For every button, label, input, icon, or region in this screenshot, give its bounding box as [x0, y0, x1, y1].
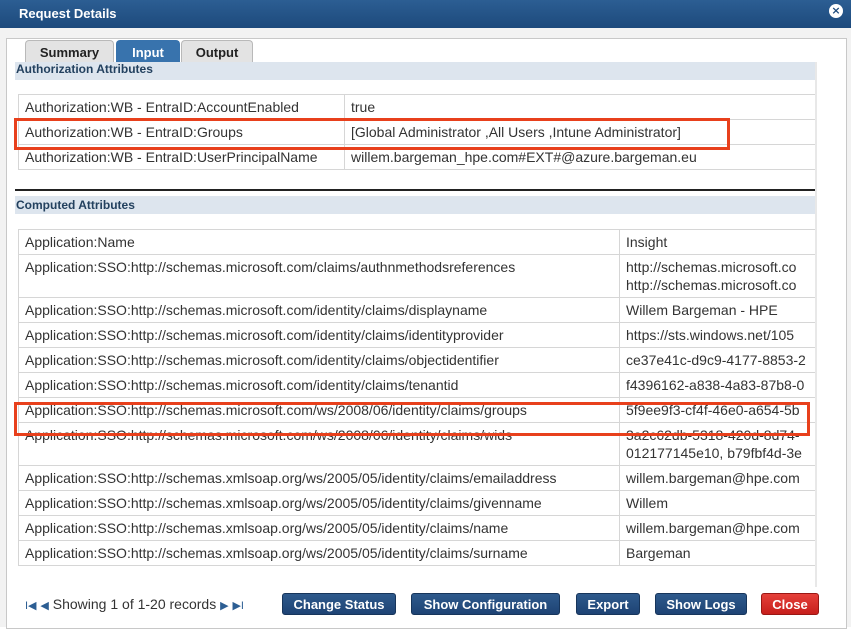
- table-row: Authorization:WB - EntraID:Groups [Globa…: [18, 119, 815, 145]
- authorization-table-viewport: Authorization:WB - EntraID:AccountEnable…: [18, 94, 815, 176]
- attribute-name: Authorization:WB - EntraID:AccountEnable…: [18, 94, 345, 120]
- attribute-name: Application:SSO:http://schemas.microsoft…: [18, 397, 620, 423]
- table-row: Authorization:WB - EntraID:UserPrincipal…: [18, 144, 815, 170]
- attribute-value: https://sts.windows.net/105: [619, 322, 815, 348]
- attribute-name: Application:SSO:http://schemas.microsoft…: [18, 347, 620, 373]
- attribute-value: [Global Administrator ,All Users ,Intune…: [344, 119, 815, 145]
- attribute-name: Application:SSO:http://schemas.microsoft…: [18, 297, 620, 323]
- attribute-value: willem.bargeman@hpe.com: [619, 515, 815, 541]
- attribute-value-line: http://schemas.microsoft.co: [626, 277, 797, 293]
- close-button[interactable]: Close: [761, 593, 819, 615]
- pager-status: Showing 1 of 1-20 records: [52, 596, 217, 612]
- table-row: Authorization:WB - EntraID:AccountEnable…: [18, 94, 815, 120]
- first-page-icon[interactable]: I◀: [25, 600, 37, 612]
- attribute-value: Willem Bargeman - HPE: [619, 297, 815, 323]
- attribute-value-line: http://schemas.microsoft.co: [626, 259, 797, 275]
- attribute-value: f4396162-a838-4a83-87b8-0: [619, 372, 815, 398]
- attribute-name: Authorization:WB - EntraID:UserPrincipal…: [18, 144, 345, 170]
- attribute-name: Authorization:WB - EntraID:Groups: [18, 119, 345, 145]
- close-icon[interactable]: ×: [829, 4, 843, 18]
- table-row: Application:SSO:http://schemas.microsoft…: [18, 322, 815, 348]
- computed-table: Application:Name Insight Application:SSO…: [18, 229, 815, 566]
- show-configuration-button[interactable]: Show Configuration: [411, 593, 560, 615]
- dialog-title: Request Details: [19, 6, 117, 21]
- dialog-title-bar: Request Details ×: [0, 0, 851, 28]
- table-row: Application:SSO:http://schemas.microsoft…: [18, 422, 815, 466]
- attribute-name: Application:Name: [18, 229, 620, 255]
- table-row: Application:SSO:http://schemas.microsoft…: [18, 372, 815, 398]
- show-logs-button[interactable]: Show Logs: [655, 593, 747, 615]
- table-row: Application:SSO:http://schemas.xmlsoap.o…: [18, 465, 815, 491]
- attribute-name: Application:SSO:http://schemas.microsoft…: [18, 372, 620, 398]
- table-row: Application:SSO:http://schemas.microsoft…: [18, 254, 815, 298]
- attribute-name: Application:SSO:http://schemas.microsoft…: [18, 254, 620, 298]
- authorization-table: Authorization:WB - EntraID:AccountEnable…: [18, 94, 815, 170]
- attribute-value: true: [344, 94, 815, 120]
- attribute-name: Application:SSO:http://schemas.xmlsoap.o…: [18, 490, 620, 516]
- table-row: Application:SSO:http://schemas.microsoft…: [18, 297, 815, 323]
- pager: I◀ ◀ Showing 1 of 1-20 records ▶ ▶I: [25, 596, 244, 612]
- export-button[interactable]: Export: [576, 593, 640, 615]
- table-row: Application:SSO:http://schemas.microsoft…: [18, 397, 815, 423]
- attribute-name: Application:SSO:http://schemas.xmlsoap.o…: [18, 465, 620, 491]
- attribute-value: 5f9ee9f3-cf4f-46e0-a654-5b: [619, 397, 815, 423]
- table-row: Application:SSO:http://schemas.xmlsoap.o…: [18, 515, 815, 541]
- attribute-value: Willem: [619, 490, 815, 516]
- attribute-name: Application:SSO:http://schemas.microsoft…: [18, 422, 620, 466]
- table-row: Application:SSO:http://schemas.xmlsoap.o…: [18, 540, 815, 566]
- table-row: Application:Name Insight: [18, 229, 815, 255]
- attribute-value-line: 3a2c62db-5318-420d-8d74-: [626, 427, 800, 443]
- attribute-name: Application:SSO:http://schemas.xmlsoap.o…: [18, 540, 620, 566]
- attribute-value-line: 012177145e10, b79fbf4d-3e: [626, 445, 802, 461]
- attribute-value: http://schemas.microsoft.co http://schem…: [619, 254, 815, 298]
- attribute-name: Application:SSO:http://schemas.xmlsoap.o…: [18, 515, 620, 541]
- next-page-icon[interactable]: ▶: [220, 600, 228, 612]
- attribute-value: ce37e41c-d9c9-4177-8853-2: [619, 347, 815, 373]
- computed-table-viewport[interactable]: Application:Name Insight Application:SSO…: [18, 229, 815, 587]
- attribute-value: willem.bargeman@hpe.com: [619, 465, 815, 491]
- section-divider: [15, 189, 815, 191]
- table-row: Application:SSO:http://schemas.xmlsoap.o…: [18, 490, 815, 516]
- vertical-scrollbar[interactable]: [815, 62, 817, 587]
- attribute-value: Insight: [619, 229, 815, 255]
- attribute-name: Application:SSO:http://schemas.microsoft…: [18, 322, 620, 348]
- table-row: Application:SSO:http://schemas.microsoft…: [18, 347, 815, 373]
- attribute-value: 3a2c62db-5318-420d-8d74- 012177145e10, b…: [619, 422, 815, 466]
- attribute-value: willem.bargeman_hpe.com#EXT#@azure.barge…: [344, 144, 815, 170]
- last-page-icon[interactable]: ▶I: [232, 600, 244, 612]
- change-status-button[interactable]: Change Status: [282, 593, 396, 615]
- authorization-attributes-header: Authorization Attributes: [15, 62, 815, 80]
- attribute-value: Bargeman: [619, 540, 815, 566]
- computed-attributes-header: Computed Attributes: [15, 196, 815, 214]
- prev-page-icon[interactable]: ◀: [40, 600, 48, 612]
